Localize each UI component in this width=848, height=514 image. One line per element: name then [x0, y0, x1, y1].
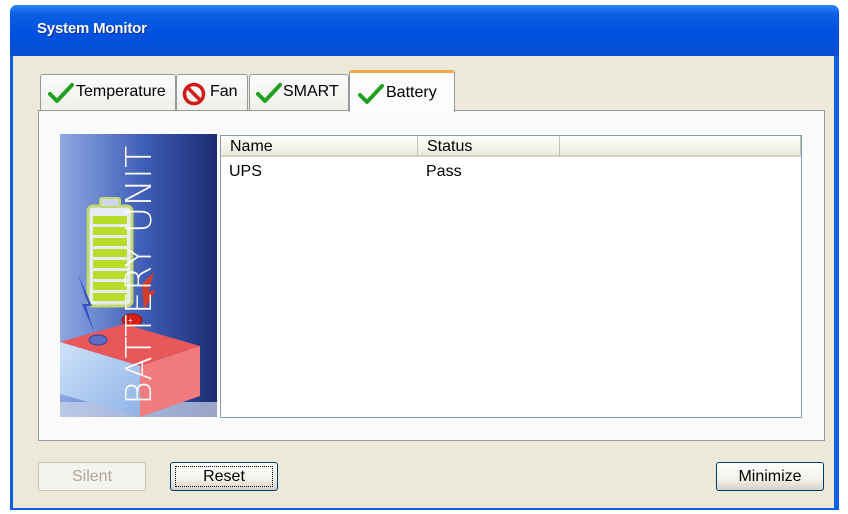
silent-button[interactable]: Silent	[38, 462, 146, 491]
tab-smart[interactable]: SMART	[249, 74, 349, 110]
prohibited-icon	[182, 82, 206, 106]
check-icon	[48, 83, 74, 103]
tab-fan-label: Fan	[210, 83, 238, 100]
tab-temperature[interactable]: Temperature	[40, 74, 176, 110]
window-client-area: Temperature Fan SMART Battery + BATTERY …	[13, 56, 834, 508]
row-name-cell: UPS	[229, 163, 262, 180]
battery-unit-label: BATTERY UNIT	[119, 145, 160, 405]
tab-battery-label: Battery	[386, 84, 437, 101]
reset-button[interactable]: Reset	[170, 462, 278, 491]
column-header-status[interactable]: Status	[418, 136, 560, 157]
battery-tab-panel: + BATTERY UNIT Name Status UPS Pass	[38, 110, 825, 441]
check-icon	[358, 84, 384, 104]
minimize-button[interactable]: Minimize	[716, 462, 824, 491]
tab-fan[interactable]: Fan	[176, 74, 248, 110]
window-title: System Monitor	[37, 20, 147, 37]
title-bar[interactable]: System Monitor	[10, 5, 839, 56]
battery-status-list[interactable]: Name Status UPS Pass	[220, 135, 802, 418]
column-header-empty[interactable]	[560, 136, 801, 157]
tab-battery[interactable]: Battery	[349, 70, 455, 112]
system-monitor-window: System Monitor Temperature Fan SMART Bat…	[10, 5, 839, 510]
tab-temperature-label: Temperature	[76, 83, 166, 100]
focus-rectangle	[175, 466, 273, 487]
battery-unit-image: + BATTERY UNIT	[60, 134, 217, 417]
column-header-name[interactable]: Name	[221, 136, 418, 157]
tab-smart-label: SMART	[283, 83, 339, 100]
row-status-cell: Pass	[426, 163, 462, 180]
check-icon	[256, 83, 282, 103]
